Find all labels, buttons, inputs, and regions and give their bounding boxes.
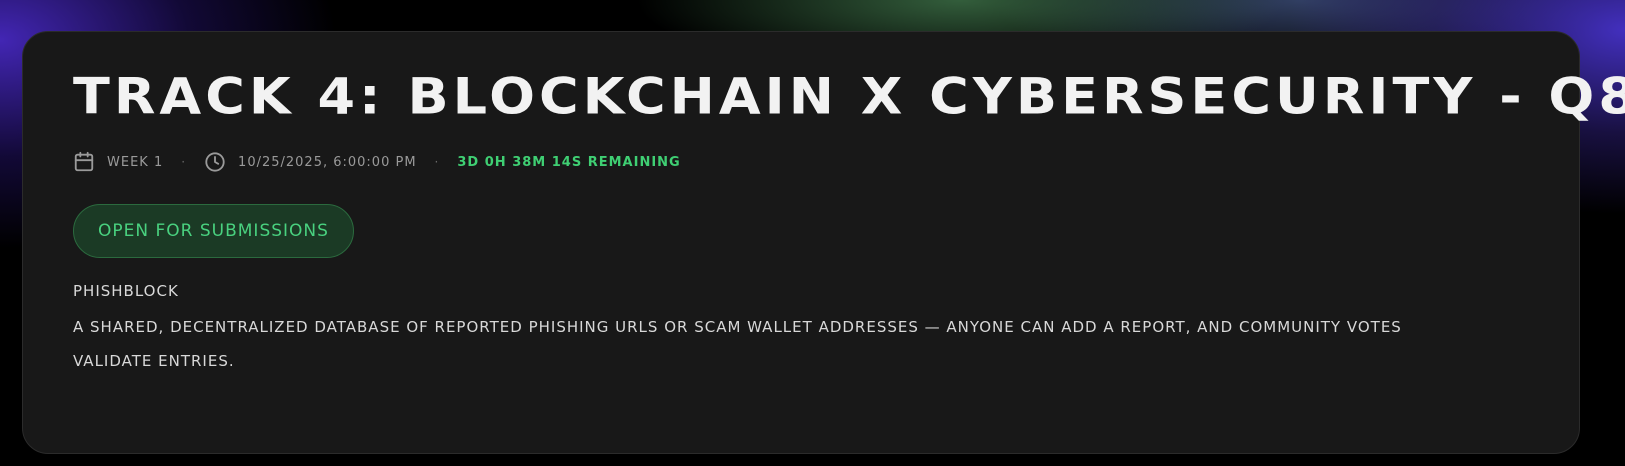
time-remaining: 3D 0H 38M 14S REMAINING — [457, 154, 681, 170]
meta-separator: · — [434, 155, 440, 169]
status-badge[interactable]: OPEN FOR SUBMISSIONS — [73, 204, 354, 258]
meta-separator: · — [181, 155, 187, 169]
project-description: A SHARED, DECENTRALIZED DATABASE OF REPO… — [73, 318, 1402, 370]
calendar-icon — [73, 151, 95, 173]
clock-icon — [204, 151, 226, 173]
challenge-card: TRACK 4: BLOCKCHAIN X CYBERSECURITY - Q8… — [22, 31, 1625, 454]
deadline-datetime: 10/25/2025, 6:00:00 PM — [238, 154, 417, 170]
project-name: PHISHBLOCK — [73, 282, 179, 300]
card-meta: WEEK 1 · 10/25/2025, 6:00:00 PM · 3D 0H … — [73, 149, 681, 175]
card-title: TRACK 4: BLOCKCHAIN X CYBERSECURITY - Q8 — [73, 67, 1625, 126]
week-label: WEEK 1 — [107, 154, 164, 170]
